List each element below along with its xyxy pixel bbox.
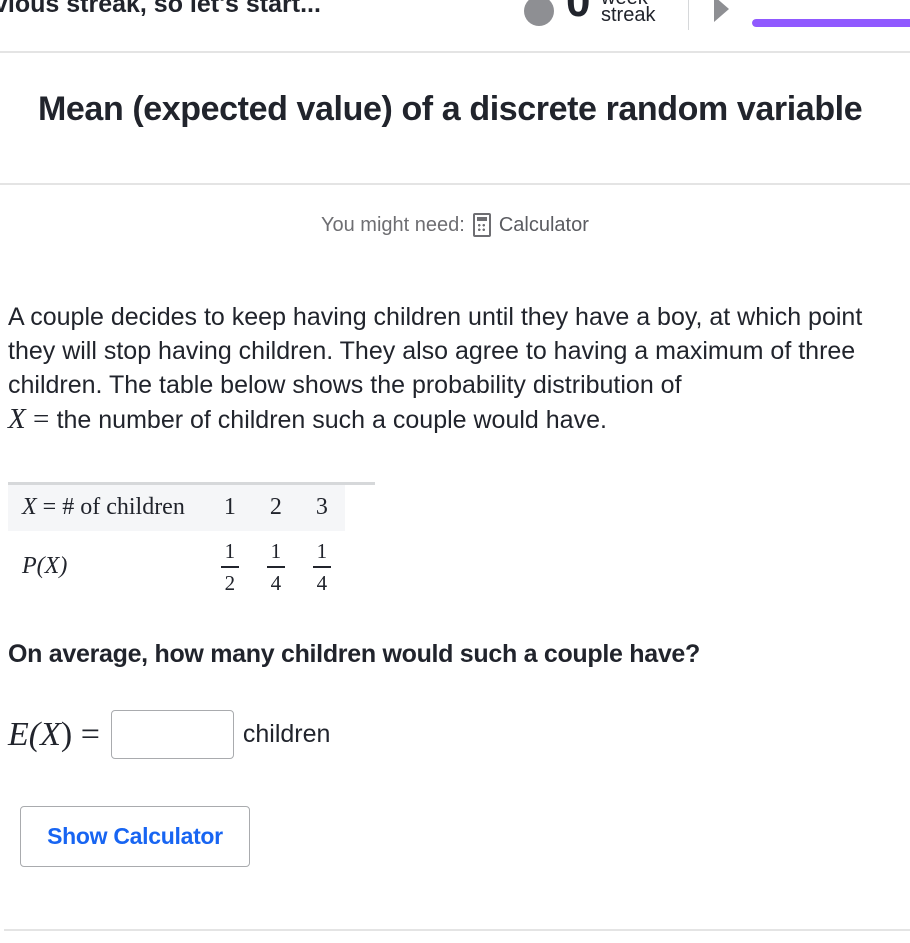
answer-input[interactable]: [110, 710, 234, 759]
title-band: Mean (expected value) of a discrete rand…: [0, 53, 910, 185]
level-progress-bar: [752, 19, 910, 27]
problem-text: A couple decides to keep having children…: [8, 300, 908, 437]
question-text: On average, how many children would such…: [8, 640, 701, 668]
table-header-x: X = # of children: [8, 483, 207, 531]
table-cell-probability: 14: [253, 531, 299, 603]
top-bar: vious streak, so let's start... 0 week s…: [0, 0, 910, 53]
problem-line1: A couple decides to keep having children…: [8, 303, 863, 399]
table-gap: [344, 483, 375, 531]
table-cell-x: 2: [252, 483, 299, 531]
expected-value-label: E(X) =: [8, 715, 100, 753]
streak-icon: [524, 0, 554, 26]
might-need-label: You might need:: [321, 213, 465, 236]
table-cell-probability: 12: [207, 531, 253, 603]
table-cell-probability: 14: [299, 531, 345, 603]
table-row-x: X = # of children 1 2 3: [8, 483, 375, 531]
level-progress-fill: [752, 19, 910, 27]
streak-message: vious streak, so let's start...: [0, 0, 321, 18]
problem-line2: the number of children such a couple wou…: [56, 406, 607, 434]
play-icon[interactable]: [714, 0, 729, 22]
math-variable-x: X: [8, 403, 26, 435]
header-divider: [688, 0, 689, 30]
table-header-px: P(X): [22, 553, 68, 579]
distribution-table: X = # of children 1 2 3 P(X) 12 14 14: [8, 482, 375, 603]
might-need-row: You might need: Calculator: [321, 213, 589, 237]
calculator-icon: [472, 213, 491, 237]
table-row-probability: P(X) 12 14 14: [8, 531, 375, 603]
table-cell-x: 1: [206, 483, 253, 531]
bottom-divider: [4, 929, 910, 931]
math-equals: =: [25, 403, 57, 435]
streak-count: 0: [566, 0, 591, 26]
streak-label: streak: [601, 4, 656, 26]
calculator-link[interactable]: Calculator: [499, 214, 589, 237]
page-title: Mean (expected value) of a discrete rand…: [38, 90, 863, 128]
show-calculator-button[interactable]: Show Calculator: [20, 806, 250, 867]
answer-row: E(X) = children: [8, 710, 330, 759]
answer-unit-label: children: [242, 720, 331, 748]
table-cell-x: 3: [298, 483, 345, 531]
